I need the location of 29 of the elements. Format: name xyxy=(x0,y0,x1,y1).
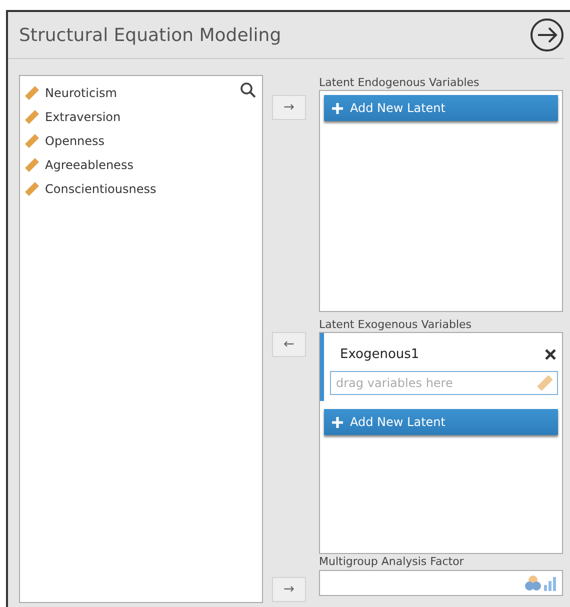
drop-field[interactable]: drag variables here xyxy=(330,371,558,395)
move-right-button[interactable]: → xyxy=(272,95,306,120)
factor-field[interactable] xyxy=(319,570,563,596)
variable-item[interactable]: Conscientiousness xyxy=(24,177,258,201)
add-latent-button[interactable]: Add New Latent xyxy=(324,409,558,435)
move-left-button[interactable]: ← xyxy=(272,332,306,357)
latent-name[interactable]: Exogenous1 xyxy=(340,346,420,362)
ruler-icon xyxy=(24,85,40,101)
section-label: Multigroup Analysis Factor xyxy=(319,554,465,569)
variable-item[interactable]: Extraversion xyxy=(24,105,258,129)
section-label: Latent Exogenous Variables xyxy=(319,317,473,332)
variable-item[interactable]: Neuroticism xyxy=(24,81,258,105)
plus-icon xyxy=(332,102,343,114)
arrow-circle-icon[interactable] xyxy=(530,18,564,52)
nominal-variable-icon xyxy=(524,575,558,591)
ruler-icon xyxy=(536,374,554,392)
ruler-icon xyxy=(24,109,40,125)
section-label: Latent Endogenous Variables xyxy=(319,75,480,90)
ruler-icon xyxy=(24,157,40,173)
add-latent-button[interactable]: Add New Latent xyxy=(324,95,558,121)
window-title: Structural Equation Modeling xyxy=(19,24,282,46)
ruler-icon xyxy=(24,181,40,197)
variable-item[interactable]: Openness xyxy=(24,129,258,153)
search-icon[interactable] xyxy=(240,82,256,98)
move-right-button[interactable]: → xyxy=(272,577,306,602)
ruler-icon xyxy=(24,133,40,149)
close-icon[interactable] xyxy=(545,348,556,360)
variable-item[interactable]: Agreeableness xyxy=(24,153,258,177)
plus-icon xyxy=(332,416,343,428)
